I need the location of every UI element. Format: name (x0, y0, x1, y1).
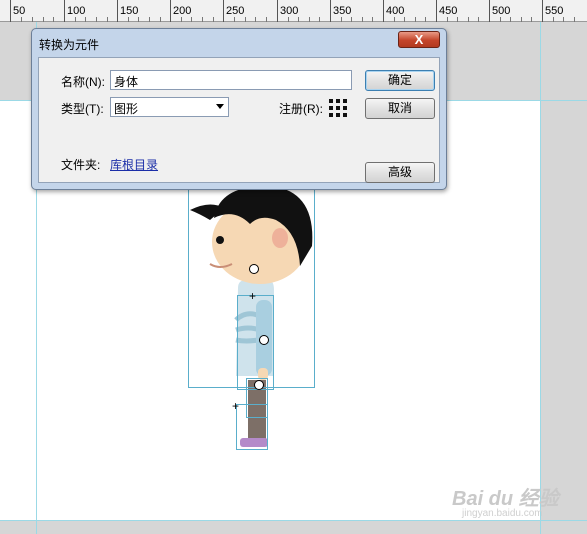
folder-label: 文件夹: (61, 158, 101, 172)
vertical-guide[interactable] (540, 22, 541, 534)
ruler-tick (10, 0, 11, 22)
ruler-label: 300 (280, 5, 299, 17)
name-field[interactable]: 身体 (110, 70, 352, 90)
ruler-label: 500 (492, 5, 511, 17)
selection-box-foot[interactable] (236, 404, 268, 450)
registration-cross-icon: + (249, 289, 257, 303)
transform-point[interactable] (249, 264, 259, 274)
register-label: 注册(R): (279, 102, 323, 116)
ruler-tick (489, 0, 490, 22)
name-label: 名称(N): (61, 75, 105, 89)
ruler-tick (330, 0, 331, 22)
ruler-tick (436, 0, 437, 22)
close-button[interactable]: X (398, 31, 440, 48)
ruler-label: 250 (226, 5, 245, 17)
ruler-tick (277, 0, 278, 22)
selection-box-body[interactable] (237, 295, 274, 390)
ruler-label: 350 (333, 5, 352, 17)
ruler-tick (223, 0, 224, 22)
type-select-value: 图形 (114, 102, 139, 116)
ruler-tick (170, 0, 171, 22)
horizontal-ruler[interactable]: 50 100 150 200 250 300 350 400 450 500 5… (0, 0, 587, 22)
type-select[interactable]: 图形 (110, 97, 229, 117)
dialog-panel: 名称(N): 身体 类型(T): 图形 注册(R): 文件夹: 库根目录 确定 … (38, 57, 440, 183)
ruler-label: 100 (67, 5, 86, 17)
ruler-label: 200 (173, 5, 192, 17)
convert-to-symbol-dialog: 转换为元件 X 名称(N): 身体 类型(T): 图形 注册(R): 文件夹: … (31, 28, 447, 190)
dialog-title: 转换为元件 (39, 38, 100, 52)
ruler-label: 50 (13, 5, 26, 17)
registration-grid-icon[interactable] (329, 99, 349, 119)
transform-point[interactable] (259, 335, 269, 345)
ruler-label: 450 (439, 5, 458, 17)
ruler-tick (117, 0, 118, 22)
cancel-button[interactable]: 取消 (365, 98, 435, 119)
folder-link[interactable]: 库根目录 (110, 156, 158, 173)
watermark-brand: Bai du 经验 (452, 488, 559, 510)
registration-cross-icon: + (232, 399, 240, 413)
ruler-tick (64, 0, 65, 22)
ok-button[interactable]: 确定 (365, 70, 435, 91)
watermark-url: jingyan.baidu.com (462, 508, 543, 519)
chevron-down-icon (216, 104, 224, 109)
ruler-label: 150 (120, 5, 139, 17)
ruler-tick (383, 0, 384, 22)
horizontal-guide[interactable] (0, 520, 587, 521)
ruler-tick (542, 0, 543, 22)
ruler-label: 400 (386, 5, 405, 17)
transform-point[interactable] (254, 380, 264, 390)
ruler-label: 550 (545, 5, 564, 17)
type-label: 类型(T): (61, 102, 104, 116)
advanced-button[interactable]: 高级 (365, 162, 435, 183)
